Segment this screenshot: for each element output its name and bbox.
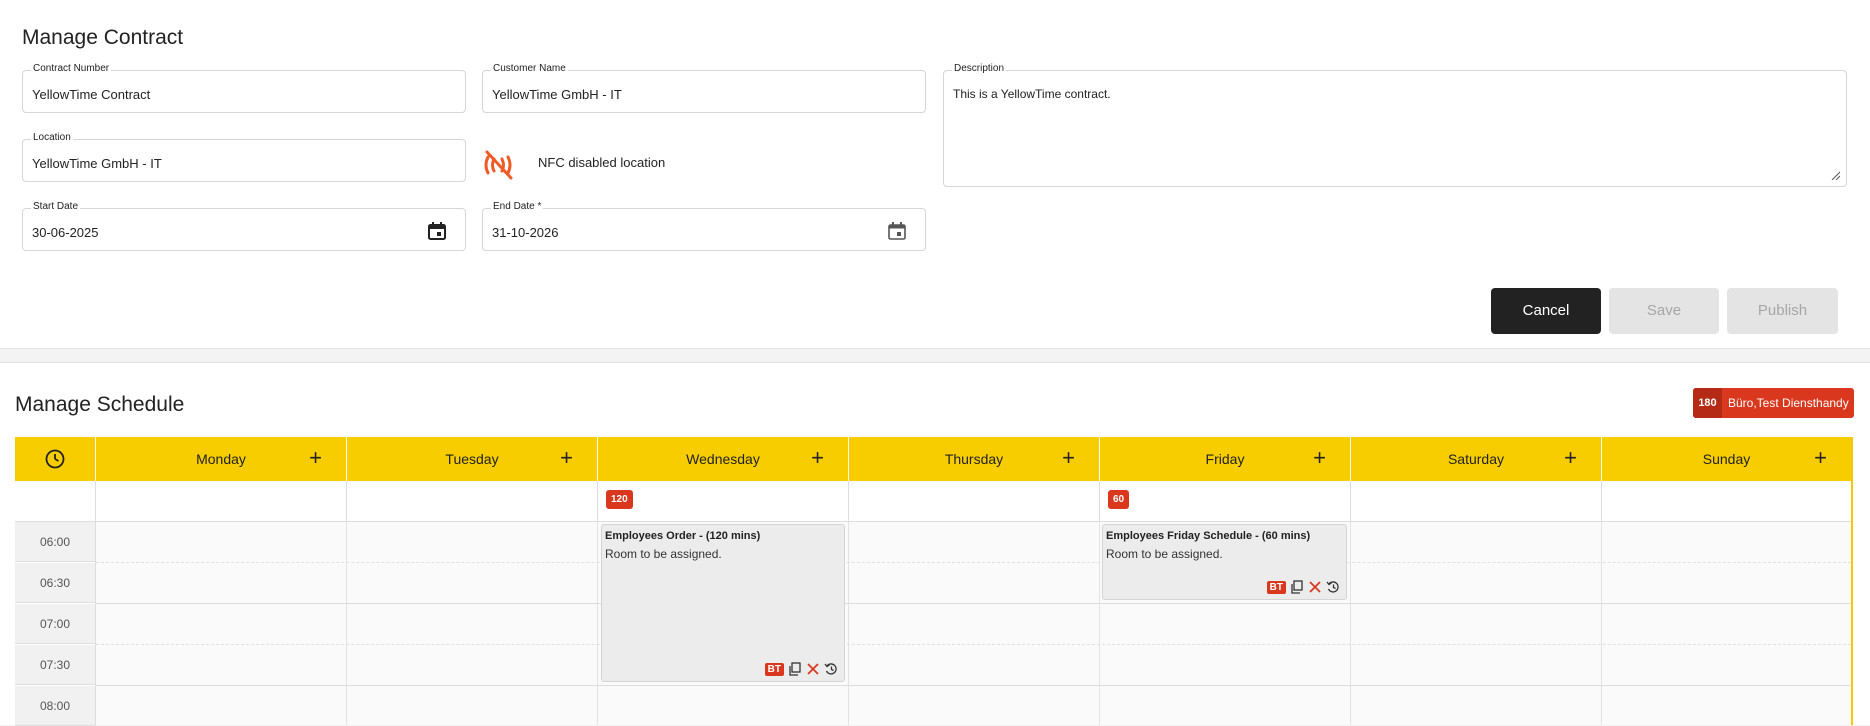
event-actions: BT	[764, 662, 838, 676]
day-header-saturday: Saturday +	[1351, 437, 1601, 481]
save-button[interactable]: Save	[1609, 288, 1719, 334]
day-header-friday: Friday +	[1100, 437, 1350, 481]
day-header-wednesday: Wednesday +	[598, 437, 848, 481]
day-label: Tuesday	[445, 451, 499, 467]
total-minutes-label: Büro,Test Diensthandy	[1728, 396, 1849, 410]
day-label: Sunday	[1702, 451, 1751, 467]
copy-icon[interactable]	[1290, 580, 1304, 594]
day-label: Thursday	[944, 451, 1004, 467]
nfc-off-icon	[484, 150, 513, 180]
schedule-body[interactable]	[96, 522, 1851, 725]
time-slot-label: 07:30	[15, 645, 95, 685]
calendar-icon[interactable]	[887, 221, 907, 241]
contract-number-label: Contract Number	[31, 63, 112, 74]
location-value: YellowTime GmbH - IT	[32, 156, 162, 171]
event-subtitle: Room to be assigned.	[1106, 547, 1223, 561]
customer-name-label: Customer Name	[491, 63, 568, 74]
publish-button[interactable]: Publish	[1727, 288, 1838, 334]
day-label: Saturday	[1447, 451, 1505, 467]
add-icon[interactable]: +	[1814, 447, 1827, 469]
schedule-event[interactable]: Employees Friday Schedule - (60 mins) Ro…	[1102, 524, 1347, 600]
description-value: This is a YellowTime contract.	[953, 87, 1111, 101]
delete-icon[interactable]	[806, 662, 820, 676]
day-header-thursday: Thursday +	[849, 437, 1099, 481]
location-field[interactable]: Location YellowTime GmbH - IT	[22, 132, 466, 182]
time-slot-label: 06:30	[15, 563, 95, 603]
event-badge: BT	[764, 662, 784, 676]
day-header-monday: Monday +	[96, 437, 346, 481]
day-minutes-badge: 120	[606, 490, 633, 509]
clock-icon	[45, 449, 65, 469]
location-label: Location	[31, 132, 73, 143]
contract-panel: Manage Contract Contract Number YellowTi…	[0, 0, 1870, 349]
page-title: Manage Contract	[22, 26, 184, 49]
end-date-label: End Date *	[491, 201, 544, 212]
schedule-event[interactable]: Employees Order - (120 mins) Room to be …	[601, 524, 845, 682]
day-minutes-badge: 60	[1108, 490, 1130, 509]
customer-name-value: YellowTime GmbH - IT	[492, 87, 622, 102]
add-icon[interactable]: +	[1062, 447, 1075, 469]
resize-handle-icon[interactable]	[1830, 170, 1840, 180]
start-date-label: Start Date	[31, 201, 81, 212]
add-icon[interactable]: +	[811, 447, 824, 469]
day-label: Monday	[196, 451, 246, 467]
day-header-tuesday: Tuesday +	[347, 437, 597, 481]
copy-icon[interactable]	[788, 662, 802, 676]
description-textarea[interactable]: Description This is a YellowTime contrac…	[943, 63, 1847, 187]
total-minutes-badge: 180 Büro,Test Diensthandy	[1693, 388, 1854, 418]
time-slot-label: 06:00	[15, 522, 95, 562]
add-icon[interactable]: +	[309, 447, 322, 469]
contract-number-field[interactable]: Contract Number YellowTime Contract	[22, 63, 466, 113]
calendar-icon[interactable]	[427, 221, 447, 241]
nfc-status-text: NFC disabled location	[538, 155, 666, 170]
day-label: Friday	[1205, 451, 1245, 467]
event-title: Employees Order - (120 mins)	[605, 530, 761, 542]
cancel-button[interactable]: Cancel	[1491, 288, 1601, 334]
event-badge: BT	[1266, 580, 1286, 594]
event-subtitle: Room to be assigned.	[605, 547, 722, 561]
total-minutes-count: 180	[1693, 388, 1722, 418]
add-icon[interactable]: +	[1313, 447, 1326, 469]
add-icon[interactable]: +	[560, 447, 573, 469]
delete-icon[interactable]	[1308, 580, 1322, 594]
end-date-field[interactable]: End Date * 31-10-2026	[482, 201, 926, 251]
time-slot-label: 07:00	[15, 604, 95, 644]
start-date-field[interactable]: Start Date 30-06-2025	[22, 201, 466, 251]
schedule-title: Manage Schedule	[15, 393, 185, 416]
history-icon[interactable]	[1326, 580, 1340, 594]
schedule-grid: Monday + Tuesday + Wednesday + Thursday …	[15, 437, 1853, 726]
end-date-value: 31-10-2026	[492, 225, 559, 240]
time-slot-label: 08:00	[15, 686, 95, 726]
day-header-sunday: Sunday +	[1602, 437, 1851, 481]
add-icon[interactable]: +	[1564, 447, 1577, 469]
time-column-header	[15, 437, 95, 481]
day-totals-row: 120 60	[15, 481, 1851, 522]
description-label: Description	[952, 63, 1007, 74]
contract-number-value: YellowTime Contract	[32, 87, 151, 102]
event-title: Employees Friday Schedule - (60 mins)	[1106, 530, 1311, 542]
day-label: Wednesday	[686, 451, 760, 467]
event-actions: BT	[1266, 580, 1340, 594]
start-date-value: 30-06-2025	[32, 225, 99, 240]
history-icon[interactable]	[824, 662, 838, 676]
customer-name-field[interactable]: Customer Name YellowTime GmbH - IT	[482, 63, 926, 113]
